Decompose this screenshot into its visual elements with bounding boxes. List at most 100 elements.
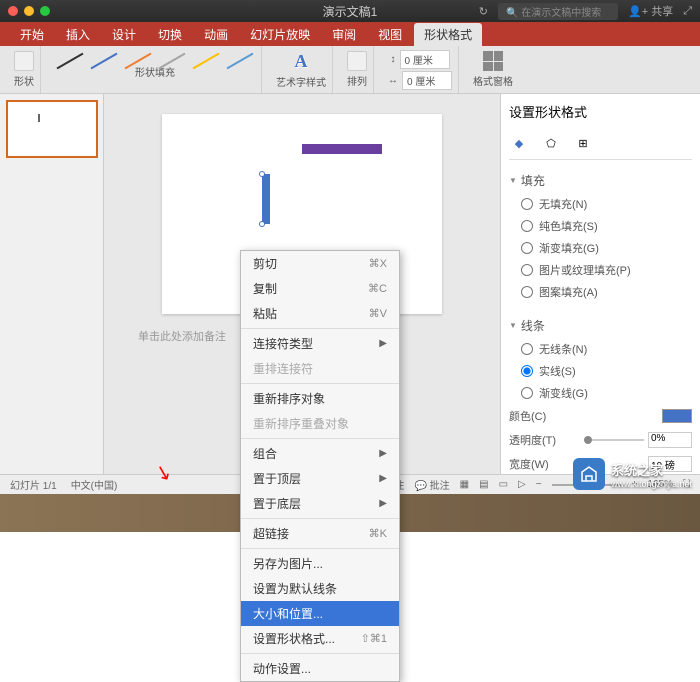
fill-pattern-radio[interactable]: 图案填充(A) — [521, 281, 692, 303]
menu-group[interactable]: 组合▶ — [241, 441, 399, 466]
fill-gradient-radio[interactable]: 渐变填充(G) — [521, 237, 692, 259]
shape-handle-top[interactable] — [259, 171, 265, 177]
zoom-out[interactable]: − — [536, 479, 542, 490]
menu-connector-type[interactable]: 连接符类型▶ — [241, 331, 399, 356]
arrange-icon[interactable] — [347, 51, 367, 71]
menu-rearrange-connector: 重排连接符 — [241, 356, 399, 381]
line-style-2[interactable] — [91, 53, 118, 70]
menu-reorder-object[interactable]: 重新排序对象 — [241, 386, 399, 411]
menu-hyperlink[interactable]: 超链接⌘K — [241, 521, 399, 546]
shape-handle-bottom[interactable] — [259, 221, 265, 227]
watermark: 系统之家 www.xitongzhijia.net — [573, 458, 692, 490]
sync-icon[interactable]: ↻ — [479, 5, 488, 18]
line-style-1[interactable] — [57, 53, 84, 70]
ribbon-tabs: 开始 插入 设计 切换 动画 幻灯片放映 审阅 视图 形状格式 — [0, 22, 700, 46]
expand-icon[interactable]: ⤢ — [683, 5, 692, 18]
view-reading-icon[interactable]: ▭ — [499, 479, 508, 490]
effects-tab-icon[interactable]: ⬠ — [541, 133, 561, 153]
fill-none-radio[interactable]: 无填充(N) — [521, 193, 692, 215]
titlebar: 演示文稿1 ↻ 🔍 在演示文稿中搜索 👤+ 共享 ⤢ — [0, 0, 700, 22]
line-color-picker[interactable] — [662, 409, 692, 423]
line-none-radio[interactable]: 无线条(N) — [521, 338, 692, 360]
window-controls — [8, 6, 50, 16]
tab-home[interactable]: 开始 — [10, 23, 54, 46]
transparency-input[interactable]: 0% — [648, 432, 692, 448]
fill-picture-radio[interactable]: 图片或纹理填充(P) — [521, 259, 692, 281]
fill-section-header[interactable]: 填充 — [509, 168, 692, 193]
line-gradient-radio[interactable]: 渐变线(G) — [521, 382, 692, 404]
watermark-url: www.xitongzhijia.net — [611, 479, 692, 489]
share-button[interactable]: 👤+ 共享 — [628, 3, 673, 19]
tab-animation[interactable]: 动画 — [194, 23, 238, 46]
document-title: 演示文稿1 — [323, 3, 378, 20]
transparency-slider[interactable] — [584, 439, 644, 441]
line-style-5[interactable] — [193, 53, 220, 70]
width-icon: ↔ — [388, 75, 398, 86]
shape-label: 形状 — [14, 73, 34, 88]
slide-thumbnail-1[interactable] — [6, 100, 98, 158]
menu-cut[interactable]: 剪切⌘X — [241, 251, 399, 276]
language-indicator[interactable]: 中文(中国) — [71, 477, 118, 492]
width-input[interactable]: 0 厘米 — [402, 71, 452, 90]
wordart-icon[interactable]: A — [295, 51, 308, 72]
size-group: ↕0 厘米 ↔0 厘米 — [382, 46, 459, 93]
menu-copy[interactable]: 复制⌘C — [241, 276, 399, 301]
wordart-label: 艺术字样式 — [276, 74, 326, 89]
pane-title: 设置形状格式 — [509, 102, 692, 127]
line-section-header[interactable]: 线条 — [509, 313, 692, 338]
ribbon: 形状 形状填充 A 艺术字样式 排列 ↕0 厘米 ↔0 厘米 格式窗格 — [0, 46, 700, 94]
slide-thumbnails-panel: 1 — [0, 94, 104, 494]
size-tab-icon[interactable]: ⊞ — [573, 133, 593, 153]
format-shape-pane: 设置形状格式 ◆ ⬠ ⊞ 填充 无填充(N) 纯色填充(S) 渐变填充(G) 图… — [500, 94, 700, 494]
menu-size-position[interactable]: 大小和位置... — [241, 601, 399, 626]
menu-bring-front[interactable]: 置于顶层▶ — [241, 466, 399, 491]
purple-rectangle-shape[interactable] — [302, 144, 382, 154]
view-sorter-icon[interactable]: ▤ — [479, 479, 488, 490]
tab-review[interactable]: 审阅 — [322, 23, 366, 46]
tab-transition[interactable]: 切换 — [148, 23, 192, 46]
tab-insert[interactable]: 插入 — [56, 23, 100, 46]
menu-format-shape[interactable]: 设置形状格式...⇧⌘1 — [241, 626, 399, 651]
arrange-group: 排列 — [341, 46, 374, 93]
wordart-group: A 艺术字样式 — [270, 46, 333, 93]
comments-toggle[interactable]: 💬 批注 — [414, 477, 449, 492]
arrange-label: 排列 — [347, 73, 367, 88]
fill-solid-radio[interactable]: 纯色填充(S) — [521, 215, 692, 237]
slide-counter[interactable]: 幻灯片 1/1 — [10, 477, 57, 492]
shape-styles-group: 形状填充 — [49, 46, 262, 93]
context-menu: 剪切⌘X 复制⌘C 粘贴⌘V 连接符类型▶ 重排连接符 重新排序对象 重新排序重… — [240, 250, 400, 682]
watermark-text: 系统之家 — [611, 460, 692, 479]
tab-shape-format[interactable]: 形状格式 — [414, 23, 482, 46]
format-pane-label: 格式窗格 — [473, 73, 513, 88]
line-style-6[interactable] — [227, 53, 254, 70]
tab-view[interactable]: 视图 — [368, 23, 412, 46]
tab-design[interactable]: 设计 — [102, 23, 146, 46]
shape-fill-button[interactable]: 形状填充 — [135, 64, 175, 79]
close-button[interactable] — [8, 6, 18, 16]
height-input[interactable]: 0 厘米 — [400, 50, 450, 69]
minimize-button[interactable] — [24, 6, 34, 16]
format-pane-group: 格式窗格 — [467, 46, 519, 93]
line-solid-radio[interactable]: 实线(S) — [521, 360, 692, 382]
menu-save-as-picture[interactable]: 另存为图片... — [241, 551, 399, 576]
shape-group: 形状 — [8, 46, 41, 93]
menu-reorder-overlap: 重新排序重叠对象 — [241, 411, 399, 436]
blue-line-shape[interactable] — [262, 174, 270, 224]
menu-set-default-line[interactable]: 设置为默认线条 — [241, 576, 399, 601]
view-slideshow-icon[interactable]: ▷ — [518, 479, 526, 490]
width-label: 宽度(W) — [509, 456, 549, 472]
shapes-gallery-icon[interactable] — [14, 51, 34, 71]
view-normal-icon[interactable]: ▦ — [460, 479, 469, 490]
tab-slideshow[interactable]: 幻灯片放映 — [240, 23, 320, 46]
menu-action-settings[interactable]: 动作设置... — [241, 656, 399, 681]
search-input[interactable]: 🔍 在演示文稿中搜索 — [498, 3, 618, 20]
menu-paste[interactable]: 粘贴⌘V — [241, 301, 399, 326]
maximize-button[interactable] — [40, 6, 50, 16]
color-label: 颜色(C) — [509, 408, 546, 424]
height-icon: ↕ — [391, 54, 396, 65]
fill-line-tab-icon[interactable]: ◆ — [509, 133, 529, 153]
menu-send-back[interactable]: 置于底层▶ — [241, 491, 399, 516]
watermark-icon — [573, 458, 605, 490]
format-pane-icon[interactable] — [483, 51, 503, 71]
transparency-label: 透明度(T) — [509, 432, 556, 448]
